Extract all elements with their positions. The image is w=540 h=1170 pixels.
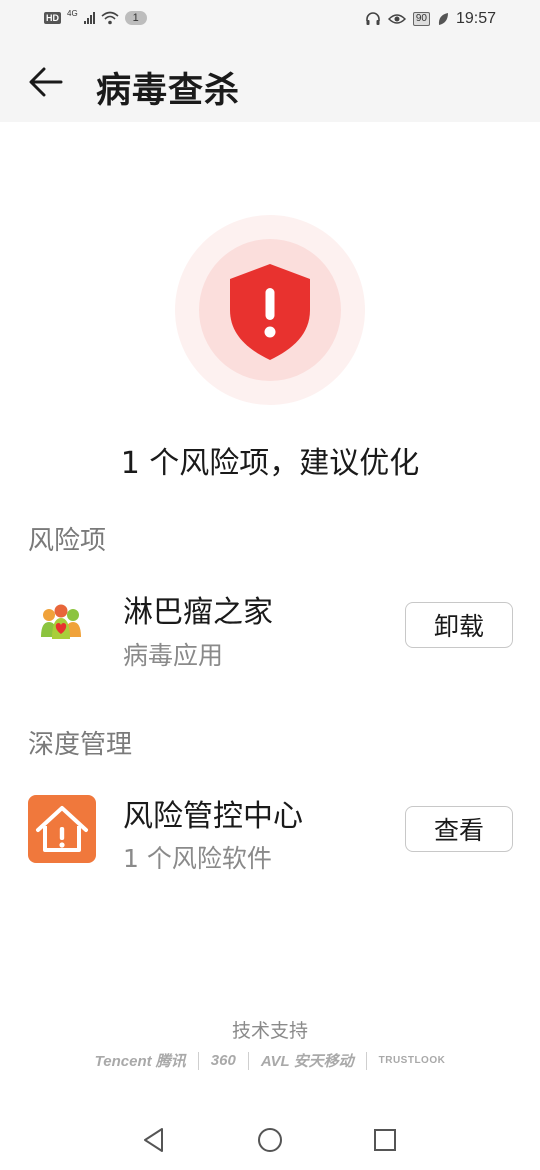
triangle-back-icon	[144, 1128, 163, 1152]
nav-home-button[interactable]	[254, 1124, 286, 1156]
partner-logos: Tencent 腾讯 360 AVL 安天移动 TRUSTLOOK	[0, 1050, 540, 1071]
notification-count: 1	[124, 11, 147, 25]
eye-comfort-icon	[387, 14, 406, 24]
back-button[interactable]	[24, 60, 68, 104]
nav-recents-button[interactable]	[369, 1124, 401, 1156]
risk-control-center-icon	[28, 795, 96, 863]
shield-alert-icon	[175, 215, 365, 405]
risk-control-center-name: 风险管控中心	[123, 799, 303, 834]
risk-app-name: 淋巴瘤之家	[123, 595, 273, 630]
hd-badge: HD	[44, 12, 61, 24]
status-left: HD 4G 1	[44, 8, 147, 25]
divider	[247, 1051, 249, 1070]
risk-control-center-description: 1 个风险软件	[123, 844, 272, 873]
risk-section-title: 风险项	[28, 526, 107, 556]
partner-trustlook: TRUSTLOOK	[378, 1055, 446, 1066]
divider	[197, 1051, 199, 1070]
partner-antiy: AVL 安天移动	[260, 1053, 354, 1070]
partner-360: 360	[210, 1052, 236, 1069]
status-right: 90 19:57	[365, 10, 496, 28]
divider	[365, 1051, 367, 1070]
network-type: 4G	[67, 8, 78, 18]
app-bar: 病毒查杀	[0, 40, 540, 122]
battery-level: 90	[412, 12, 430, 26]
headphones-icon	[366, 12, 380, 25]
arrow-left-icon	[29, 67, 63, 97]
clock: 19:57	[455, 10, 496, 27]
page-title: 病毒查杀	[96, 71, 241, 111]
app-icon-lymphoma-home	[28, 593, 94, 659]
uninstall-button[interactable]: 卸载	[405, 602, 513, 648]
deep-management-section-title: 深度管理	[28, 730, 133, 760]
tech-support-label: 技术支持	[231, 1020, 308, 1042]
nav-back-button[interactable]	[138, 1124, 170, 1156]
risk-app-description: 病毒应用	[123, 641, 224, 670]
view-button[interactable]: 查看	[405, 806, 513, 852]
signal-icon	[83, 12, 95, 24]
risk-shield-graphic	[175, 215, 365, 405]
status-bar: HD 4G 1 90 19:57	[0, 0, 540, 40]
system-nav-bar	[0, 1110, 540, 1170]
square-recents-icon	[374, 1129, 396, 1151]
partner-tencent: Tencent 腾讯	[94, 1053, 186, 1070]
wifi-icon	[101, 11, 119, 25]
leaf-icon	[438, 13, 448, 25]
circle-home-icon	[258, 1128, 282, 1152]
scan-result-headline: 1 个风险项，建议优化	[120, 446, 420, 481]
